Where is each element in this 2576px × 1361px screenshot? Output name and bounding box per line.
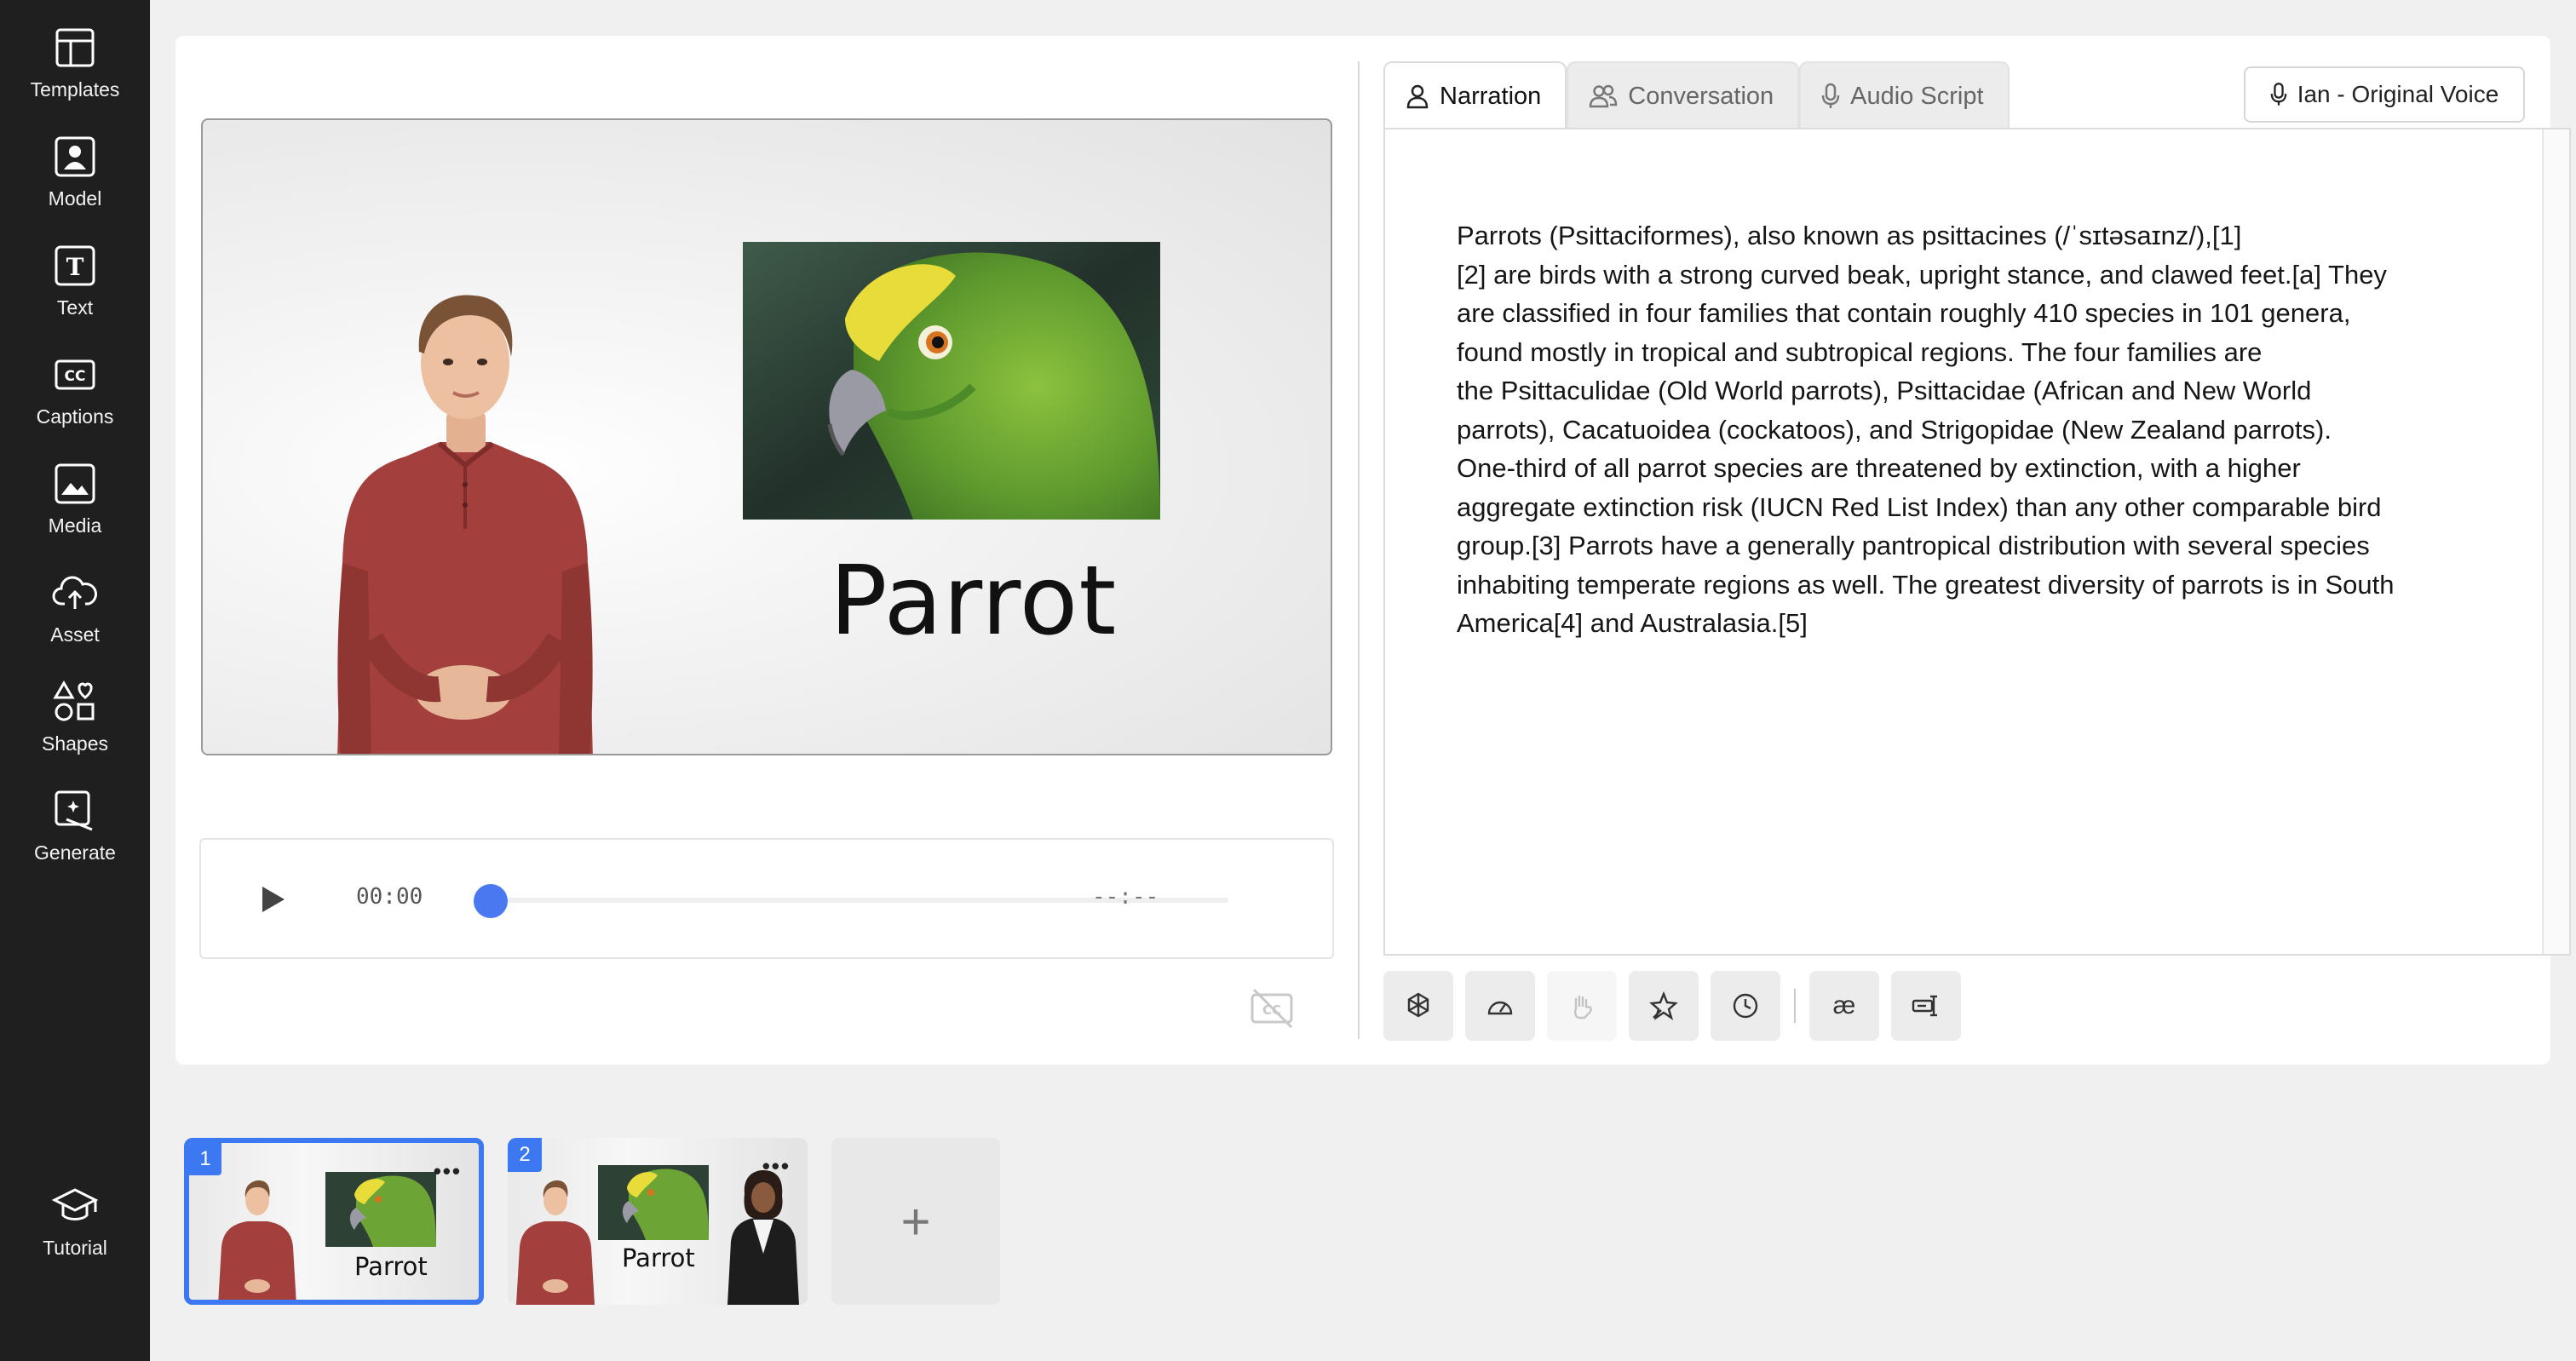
panel-divider (1358, 61, 1360, 1039)
person-outline-icon (1406, 84, 1429, 109)
media-player: 00:00 --:-- (199, 838, 1334, 959)
generate-icon (51, 787, 99, 835)
tab-label: Narration (1440, 82, 1542, 110)
microphone-icon (1821, 83, 1840, 108)
sidebar-item-text[interactable]: T Text (0, 242, 150, 336)
slide-thumbnail-1[interactable]: Parrot 1 ••• (184, 1138, 484, 1305)
toolbar-separator (1794, 989, 1796, 1023)
svg-text:T: T (66, 253, 84, 281)
alias-button[interactable] (1891, 971, 1961, 1041)
add-slide-button[interactable]: + (831, 1138, 1000, 1305)
shapes-icon (51, 678, 99, 726)
gesture-icon (1574, 996, 1592, 1019)
sidebar-label: Templates (30, 78, 120, 100)
pronunciation-icon: æ (1832, 991, 1856, 1019)
sidebar-label: Tutorial (43, 1237, 107, 1259)
text-icon: T (51, 242, 99, 290)
ai-button[interactable] (1383, 971, 1453, 1041)
parrot-thumbnail (598, 1165, 709, 1240)
script-tabs: Narration Conversation Audio Script (1383, 61, 2010, 129)
script-scrollbar[interactable] (2542, 129, 2569, 954)
people-icon (1590, 84, 1618, 108)
pause-icon (1733, 993, 1758, 1019)
presenter-thumbnail (218, 1180, 296, 1300)
sidebar-item-captions[interactable]: CC Captions (0, 351, 150, 445)
gesture-button (1547, 971, 1617, 1041)
sidebar-label: Text (56, 296, 94, 319)
total-time: --:-- (1092, 884, 1159, 910)
tab-audio-script[interactable]: Audio Script (1799, 61, 2010, 129)
script-editor[interactable]: Parrots (Psittaciformes), also known as … (1383, 128, 2571, 956)
image-icon (51, 460, 99, 508)
svg-text:CC: CC (65, 368, 86, 385)
seek-handle[interactable] (474, 884, 508, 918)
sidebar-item-model[interactable]: Model (0, 133, 150, 227)
sidebar-label: Media (48, 514, 102, 537)
sidebar: Templates Model T Text CC Captions Media… (0, 0, 150, 1361)
slide-number: 2 (508, 1138, 542, 1172)
captions-icon: CC (51, 351, 99, 399)
sidebar-item-templates[interactable]: Templates (0, 24, 150, 118)
more-options-icon[interactable]: ••• (434, 1158, 462, 1185)
sidebar-label: Model (48, 187, 102, 210)
presenter-avatar (337, 295, 593, 754)
layout-icon (51, 24, 99, 72)
script-textarea[interactable]: Parrots (Psittaciformes), also known as … (1457, 216, 2479, 643)
parrot-image (743, 242, 1160, 520)
slide-title: Parrot (354, 1252, 428, 1281)
presenter-thumbnail (516, 1180, 595, 1305)
sidebar-item-generate[interactable]: Generate (0, 787, 150, 881)
microphone-icon (2270, 83, 2287, 106)
second-presenter-thumbnail (727, 1170, 799, 1305)
speed-button[interactable] (1465, 971, 1535, 1041)
sidebar-item-shapes[interactable]: Shapes (0, 678, 150, 772)
speed-icon (1487, 1001, 1513, 1015)
ai-icon (1407, 992, 1429, 1018)
sidebar-item-tutorial[interactable]: Tutorial (0, 1182, 150, 1276)
graduation-cap-icon (51, 1182, 99, 1230)
top-strip (150, 0, 2576, 12)
sidebar-label: Captions (36, 405, 114, 428)
tab-label: Conversation (1628, 82, 1774, 110)
voice-label: Ian - Original Voice (2297, 81, 2499, 107)
plus-icon: + (900, 1192, 931, 1250)
slide-number: 1 (189, 1143, 221, 1175)
parrot-thumbnail (325, 1172, 436, 1247)
emphasis-button[interactable] (1629, 971, 1699, 1041)
slide-thumbnail-2[interactable]: Parrot 2 ••• (508, 1138, 808, 1305)
tab-narration[interactable]: Narration (1383, 61, 1567, 129)
sidebar-item-asset[interactable]: Asset (0, 569, 150, 663)
sidebar-label: Generate (34, 841, 116, 864)
slide-title[interactable]: Parrot (830, 546, 1117, 657)
play-icon[interactable] (257, 884, 288, 915)
pause-button[interactable] (1711, 971, 1780, 1041)
sidebar-label: Shapes (41, 732, 108, 755)
current-time: 00:00 (356, 884, 423, 910)
sidebar-label: Asset (50, 623, 100, 646)
voice-selector-button[interactable]: Ian - Original Voice (2244, 66, 2525, 123)
pronunciation-button[interactable]: æ (1809, 971, 1879, 1041)
slide-title: Parrot (622, 1243, 695, 1272)
person-icon (51, 133, 99, 181)
tab-label: Audio Script (1850, 82, 1984, 110)
tab-conversation[interactable]: Conversation (1567, 61, 1800, 129)
upload-cloud-icon (51, 569, 99, 617)
emphasis-icon (1649, 991, 1678, 1020)
more-options-icon[interactable]: ••• (762, 1153, 791, 1180)
sidebar-item-media[interactable]: Media (0, 460, 150, 554)
captions-off-icon[interactable]: CC (1249, 986, 1297, 1029)
alias-icon (1912, 995, 1937, 1017)
script-toolbar: æ (1383, 971, 1961, 1041)
video-preview[interactable]: Parrot (201, 118, 1332, 755)
